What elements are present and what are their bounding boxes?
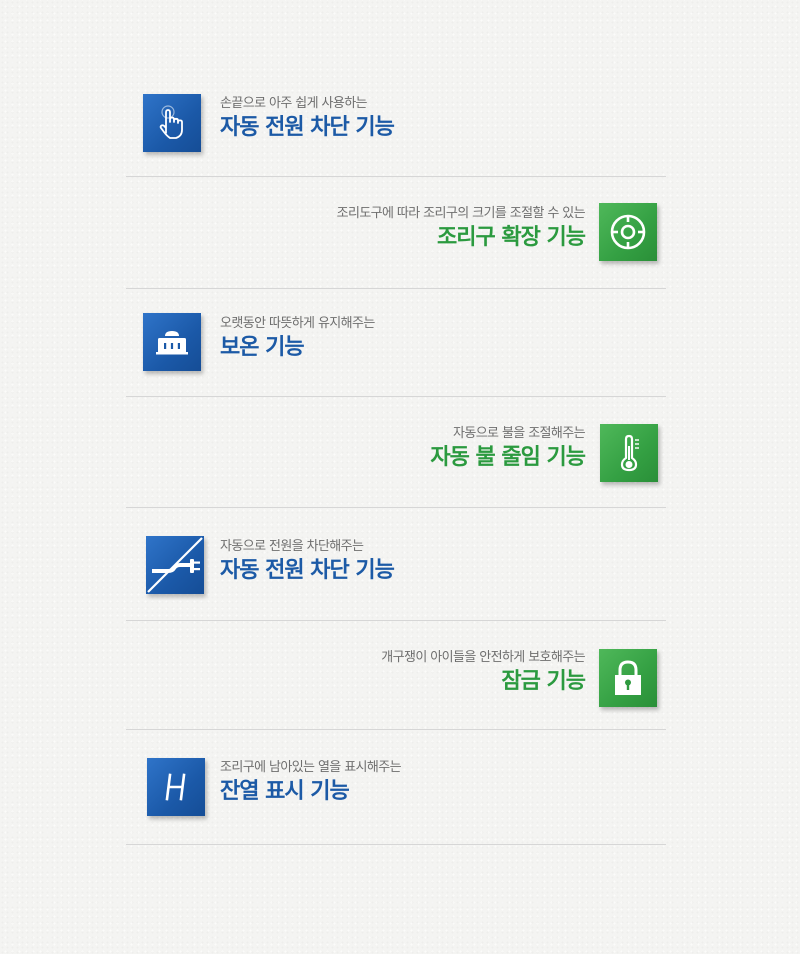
feature-title: 자동 전원 차단 기능 — [220, 115, 395, 140]
feature-row-power-off: 자동으로 전원을 차단해주는 자동 전원 차단 기능 — [126, 508, 666, 621]
feature-row-expand: 조리도구에 따라 조리구의 크기를 조절할 수 있는 조리구 확장 기능 — [126, 177, 666, 289]
feature-icon-box — [600, 424, 658, 482]
feature-text: 오랫동안 따뜻하게 유지해주는 보온 기능 — [220, 316, 375, 362]
padlock-icon — [608, 657, 648, 699]
feature-subtitle: 조리도구에 따라 조리구의 크기를 조절할 수 있는 — [336, 206, 586, 221]
feature-icon-box — [147, 758, 205, 816]
power-plug-off-icon — [146, 536, 204, 594]
touch-hand-icon — [152, 103, 192, 143]
feature-text: 조리도구에 따라 조리구의 크기를 조절할 수 있는 조리구 확장 기능 — [336, 206, 586, 252]
target-expand-icon — [607, 211, 649, 253]
feature-icon-box — [599, 203, 657, 261]
feature-subtitle: 조리구에 남아있는 열을 표시해주는 — [220, 760, 402, 775]
feature-title: 잠금 기능 — [501, 669, 586, 694]
feature-subtitle: 손끝으로 아주 쉽게 사용하는 — [220, 96, 368, 111]
warming-pot-icon — [152, 322, 192, 362]
feature-title: 잔열 표시 기능 — [220, 779, 350, 804]
feature-icon-box — [146, 536, 204, 594]
feature-text: 손끝으로 아주 쉽게 사용하는 자동 전원 차단 기능 — [220, 96, 395, 142]
feature-subtitle: 자동으로 전원을 차단해주는 — [220, 539, 364, 554]
feature-text: 개구쟁이 아이들을 안전하게 보호해주는 잠금 기능 — [381, 650, 586, 696]
feature-row-touch: 손끝으로 아주 쉽게 사용하는 자동 전원 차단 기능 — [126, 66, 666, 177]
feature-title: 자동 전원 차단 기능 — [220, 558, 395, 583]
feature-title: 보온 기능 — [220, 335, 305, 360]
feature-text: 조리구에 남아있는 열을 표시해주는 잔열 표시 기능 — [220, 760, 402, 806]
feature-title: 자동 불 줄임 기능 — [430, 445, 586, 470]
feature-row-auto-flame: 자동으로 불을 조절해주는 자동 불 줄임 기능 — [126, 397, 666, 508]
feature-subtitle: 자동으로 불을 조절해주는 — [452, 426, 586, 441]
feature-list: 손끝으로 아주 쉽게 사용하는 자동 전원 차단 기능 조리도구에 따라 조리구… — [126, 66, 666, 845]
feature-icon-box — [599, 649, 657, 707]
feature-row-warming: 오랫동안 따뜻하게 유지해주는 보온 기능 — [126, 289, 666, 397]
feature-text: 자동으로 전원을 차단해주는 자동 전원 차단 기능 — [220, 539, 395, 585]
feature-icon-box — [143, 94, 201, 152]
feature-row-lock: 개구쟁이 아이들을 안전하게 보호해주는 잠금 기능 — [126, 621, 666, 730]
feature-text: 자동으로 불을 조절해주는 자동 불 줄임 기능 — [430, 426, 586, 472]
feature-icon-box — [143, 313, 201, 371]
feature-subtitle: 오랫동안 따뜻하게 유지해주는 — [220, 316, 375, 331]
feature-subtitle: 개구쟁이 아이들을 안전하게 보호해주는 — [381, 650, 585, 665]
feature-row-residual-heat: 조리구에 남아있는 열을 표시해주는 잔열 표시 기능 — [126, 730, 666, 845]
feature-title: 조리구 확장 기능 — [437, 225, 586, 250]
residual-heat-h-icon — [156, 767, 196, 807]
thermometer-icon — [609, 431, 649, 475]
